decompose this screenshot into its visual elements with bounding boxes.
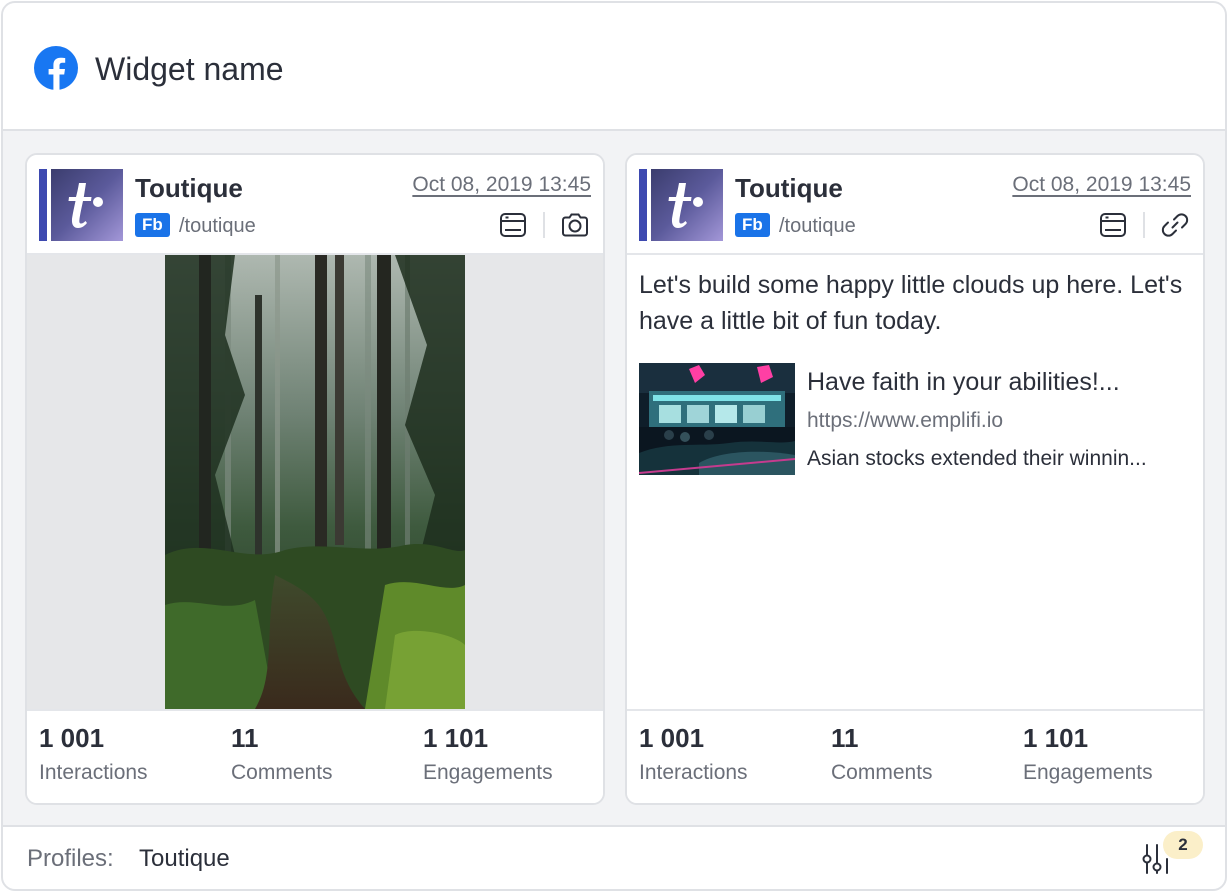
widget-header: Widget name <box>3 3 1225 131</box>
widget-title: Widget name <box>95 51 284 87</box>
profile-name[interactable]: Toutique <box>135 171 243 205</box>
profiles-label: Profiles: <box>27 845 114 872</box>
stat-interactions: 1 001 Interactions <box>639 721 748 787</box>
post-date-link[interactable]: Oct 08, 2019 13:45 <box>412 171 591 199</box>
widget: Widget name Toutique Fb /toutique Oct 08… <box>1 1 1227 891</box>
stat-value: 1 101 <box>1023 723 1089 753</box>
post-header: Toutique Fb /toutique Oct 08, 2019 13:45 <box>27 155 603 255</box>
post-date-link[interactable]: Oct 08, 2019 13:45 <box>1012 171 1191 199</box>
post-header-icons <box>1097 209 1191 241</box>
avatar[interactable] <box>651 169 723 241</box>
link-title[interactable]: Have faith in your abilities!... <box>807 365 1191 399</box>
filter-count-badge: 2 <box>1163 831 1203 859</box>
stat-value: 1 101 <box>423 723 489 753</box>
stat-label: Comments <box>231 761 333 784</box>
stat-label: Interactions <box>639 761 748 784</box>
profiles-value: Toutique <box>139 845 230 872</box>
stat-interactions: 1 001 Interactions <box>39 721 148 787</box>
link-icon <box>1159 209 1191 241</box>
post-stats: 1 001 Interactions 11 Comments 1 101 Eng… <box>27 709 603 803</box>
avatar-accent-bar <box>639 169 647 241</box>
stat-value: 1 001 <box>639 723 705 753</box>
link-thumbnail[interactable] <box>639 363 795 475</box>
network-badge: Fb <box>135 213 170 237</box>
link-url[interactable]: https://www.emplifi.io <box>807 407 1003 435</box>
stat-comments: 11 Comments <box>231 721 333 787</box>
stat-label: Engagements <box>423 761 553 784</box>
stat-value: 11 <box>231 723 259 753</box>
post-header: Toutique Fb /toutique Oct 08, 2019 13:45 <box>627 155 1203 255</box>
forest-photo[interactable] <box>165 255 465 709</box>
icon-divider <box>1143 212 1145 238</box>
post-card[interactable]: Toutique Fb /toutique Oct 08, 2019 13:45 <box>625 153 1205 805</box>
profile-handle: /toutique <box>179 215 256 237</box>
camera-icon <box>559 209 591 241</box>
post-header-icons <box>497 209 591 241</box>
stat-value: 1 001 <box>39 723 105 753</box>
link-description: Asian stocks extended their winnin... <box>807 447 1147 470</box>
stat-label: Comments <box>831 761 933 784</box>
profile-handle: /toutique <box>779 215 856 237</box>
widget-footer: Profiles: Toutique 2 <box>3 825 1225 889</box>
stat-engagements: 1 101 Engagements <box>423 721 553 787</box>
profile-name[interactable]: Toutique <box>735 171 843 205</box>
facebook-icon <box>33 45 79 91</box>
avatar-accent-bar <box>39 169 47 241</box>
widget-body: Toutique Fb /toutique Oct 08, 2019 13:45 <box>3 131 1225 827</box>
stat-value: 11 <box>831 723 859 753</box>
post-detail-icon[interactable] <box>497 209 529 241</box>
post-media[interactable] <box>27 255 603 709</box>
link-preview[interactable]: Have faith in your abilities!... https:/… <box>639 363 1195 475</box>
icon-divider <box>543 212 545 238</box>
avatar[interactable] <box>51 169 123 241</box>
stat-label: Engagements <box>1023 761 1153 784</box>
stat-engagements: 1 101 Engagements <box>1023 721 1153 787</box>
post-card[interactable]: Toutique Fb /toutique Oct 08, 2019 13:45 <box>25 153 605 805</box>
post-detail-icon[interactable] <box>1097 209 1129 241</box>
stat-label: Interactions <box>39 761 148 784</box>
stat-comments: 11 Comments <box>831 721 933 787</box>
post-text: Let's build some happy little clouds up … <box>639 271 1183 335</box>
post-stats: 1 001 Interactions 11 Comments 1 101 Eng… <box>627 709 1203 803</box>
network-badge: Fb <box>735 213 770 237</box>
